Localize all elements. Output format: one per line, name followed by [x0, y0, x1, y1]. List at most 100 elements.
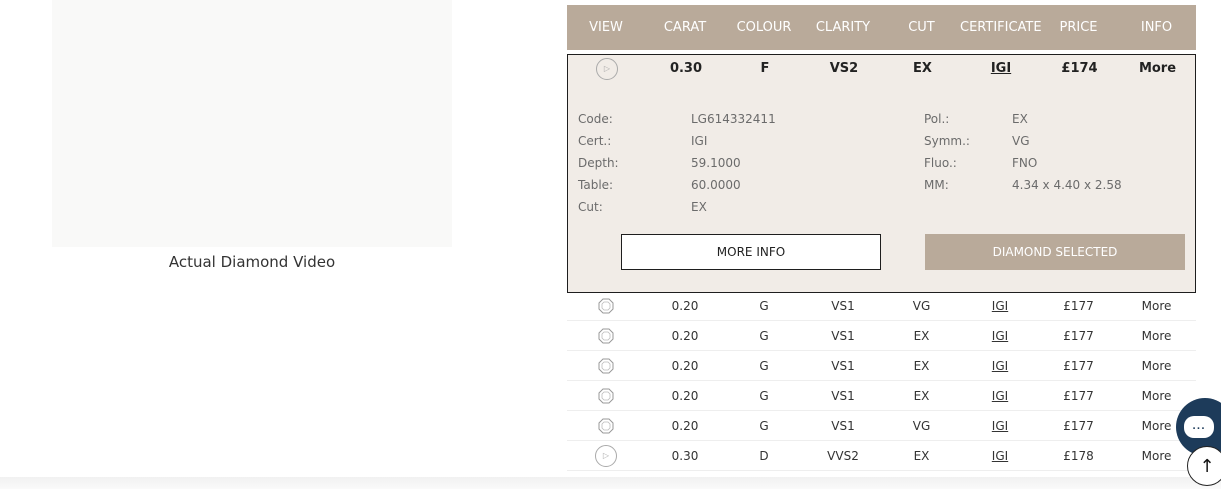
colour-cell: G	[759, 388, 769, 403]
clarity-cell: VVS2	[827, 448, 859, 463]
details-left: Code: LG614332411 Cert.: IGI Depth: 59.1000…	[578, 108, 776, 218]
detail-label: Cut:	[578, 200, 603, 214]
diamond-video-player[interactable]	[52, 0, 452, 247]
table-row[interactable]: 0.20 G VS1 EX IGI £177 More	[567, 321, 1196, 351]
clarity-cell: VS1	[831, 298, 855, 313]
page-bottom-edge	[0, 477, 1221, 489]
table-header: VIEW CARAT COLOUR CLARITY CUT CERTIFICAT…	[567, 5, 1196, 50]
table-row[interactable]: 0.20 G VS1 VG IGI £177 More	[567, 291, 1196, 321]
detail-value: LG614332411	[691, 112, 776, 126]
col-header-certificate[interactable]: CERTIFICATE	[960, 20, 1042, 35]
cut-cell: EX	[913, 448, 930, 463]
diamond-icon[interactable]	[598, 418, 614, 434]
more-link[interactable]: More	[1117, 359, 1196, 373]
detail-value: 60.0000	[691, 178, 741, 192]
col-header-info[interactable]: INFO	[1117, 20, 1196, 35]
certificate-link[interactable]: IGI	[960, 299, 1040, 313]
selected-diamond-row[interactable]: ▷ 0.30 F VS2 EX IGI £174 More	[568, 55, 1195, 82]
selected-diamond-panel: ▷ 0.30 F VS2 EX IGI £174 More Code: LG614…	[567, 54, 1196, 293]
detail-value: 4.34 x 4.40 x 2.58	[1012, 178, 1122, 192]
certificate-link[interactable]: IGI	[960, 329, 1040, 343]
price-cell: £174	[1061, 61, 1098, 76]
carat-cell: 0.20	[671, 358, 699, 373]
table-row[interactable]: 0.20 G VS1 EX IGI £177 More	[567, 351, 1196, 381]
more-link[interactable]: More	[1118, 61, 1197, 76]
detail-row: Code: LG614332411	[578, 108, 776, 130]
col-header-cut[interactable]: CUT	[883, 20, 960, 35]
diamond-icon[interactable]	[598, 358, 614, 374]
video-caption: Actual Diamond Video	[168, 253, 336, 271]
view-cell[interactable]	[567, 328, 645, 344]
carat-cell: 0.20	[671, 328, 699, 343]
col-header-colour[interactable]: COLOUR	[725, 20, 803, 35]
certificate-link[interactable]: IGI	[961, 61, 1041, 76]
colour-cell: D	[759, 448, 769, 463]
detail-value: EX	[691, 200, 707, 214]
detail-row: Symm.: VG	[924, 130, 1122, 152]
table-row[interactable]: ▷ 0.30 D VVS2 EX IGI £178 More	[567, 441, 1196, 471]
view-cell[interactable]: ▷	[567, 444, 645, 467]
view-cell[interactable]	[567, 418, 645, 434]
diamond-rows: 0.20 G VS1 VG IGI £177 More 0.20 G VS1 E…	[567, 291, 1196, 471]
detail-row: Table: 60.0000	[578, 174, 776, 196]
detail-row: Depth: 59.1000	[578, 152, 776, 174]
col-header-view[interactable]: VIEW	[567, 20, 645, 35]
more-link[interactable]: More	[1117, 449, 1196, 463]
certificate-link[interactable]: IGI	[960, 389, 1040, 403]
more-link[interactable]: More	[1117, 299, 1196, 313]
detail-value: FNO	[1012, 156, 1038, 170]
detail-row: MM: 4.34 x 4.40 x 2.58	[924, 174, 1122, 196]
col-header-clarity[interactable]: CLARITY	[803, 20, 883, 35]
more-info-button[interactable]: MORE INFO	[621, 234, 881, 270]
detail-label: MM:	[924, 178, 949, 192]
diamond-selected-button[interactable]: DIAMOND SELECTED	[925, 234, 1185, 270]
diamond-icon[interactable]	[598, 298, 614, 314]
cut-cell: EX	[913, 328, 930, 343]
scroll-top-button[interactable]: ↑	[1187, 446, 1221, 486]
details-right: Pol.: EX Symm.: VG Fluo.: FNO MM: 4.34 x 4.4…	[924, 108, 1122, 196]
price-cell: £177	[1063, 388, 1094, 403]
more-link[interactable]: More	[1117, 329, 1196, 343]
detail-row: Pol.: EX	[924, 108, 1122, 130]
cut-cell: VG	[912, 418, 931, 433]
carat-cell: 0.20	[671, 418, 699, 433]
certificate-link[interactable]: IGI	[960, 359, 1040, 373]
detail-label: Table:	[578, 178, 614, 192]
view-cell[interactable]	[567, 298, 645, 314]
detail-value: 59.1000	[691, 156, 741, 170]
play-icon[interactable]: ▷	[595, 444, 617, 467]
colour-cell: G	[759, 418, 769, 433]
detail-row: Cut: EX	[578, 196, 776, 218]
detail-value: VG	[1012, 134, 1030, 148]
col-header-price[interactable]: PRICE	[1040, 20, 1117, 35]
detail-label: Symm.:	[924, 134, 970, 148]
cut-cell: EX	[913, 61, 932, 76]
table-row[interactable]: 0.20 G VS1 VG IGI £177 More	[567, 411, 1196, 441]
certificate-link[interactable]: IGI	[960, 449, 1040, 463]
colour-cell: G	[759, 358, 769, 373]
price-cell: £177	[1063, 328, 1094, 343]
carat-cell: 0.30	[669, 61, 703, 76]
price-cell: £177	[1063, 298, 1094, 313]
play-icon[interactable]: ▷	[596, 57, 618, 80]
view-cell[interactable]: ▷	[568, 57, 646, 80]
diamond-table: VIEW CARAT COLOUR CLARITY CUT CERTIFICAT…	[567, 5, 1196, 50]
view-cell[interactable]	[567, 388, 645, 404]
detail-label: Cert.:	[578, 134, 612, 148]
colour-cell: G	[759, 298, 769, 313]
col-header-carat[interactable]: CARAT	[645, 20, 725, 35]
colour-cell: G	[759, 328, 769, 343]
certificate-link[interactable]: IGI	[960, 419, 1040, 433]
clarity-cell: VS1	[831, 358, 855, 373]
diamond-icon[interactable]	[598, 388, 614, 404]
more-link[interactable]: More	[1117, 389, 1196, 403]
table-row[interactable]: 0.20 G VS1 EX IGI £177 More	[567, 381, 1196, 411]
detail-value: EX	[1012, 112, 1028, 126]
price-cell: £178	[1063, 448, 1094, 463]
clarity-cell: VS2	[829, 61, 859, 76]
detail-row: Cert.: IGI	[578, 130, 776, 152]
view-cell[interactable]	[567, 358, 645, 374]
chat-bubble-icon: ...	[1184, 416, 1214, 438]
diamond-icon[interactable]	[598, 328, 614, 344]
clarity-cell: VS1	[831, 328, 855, 343]
